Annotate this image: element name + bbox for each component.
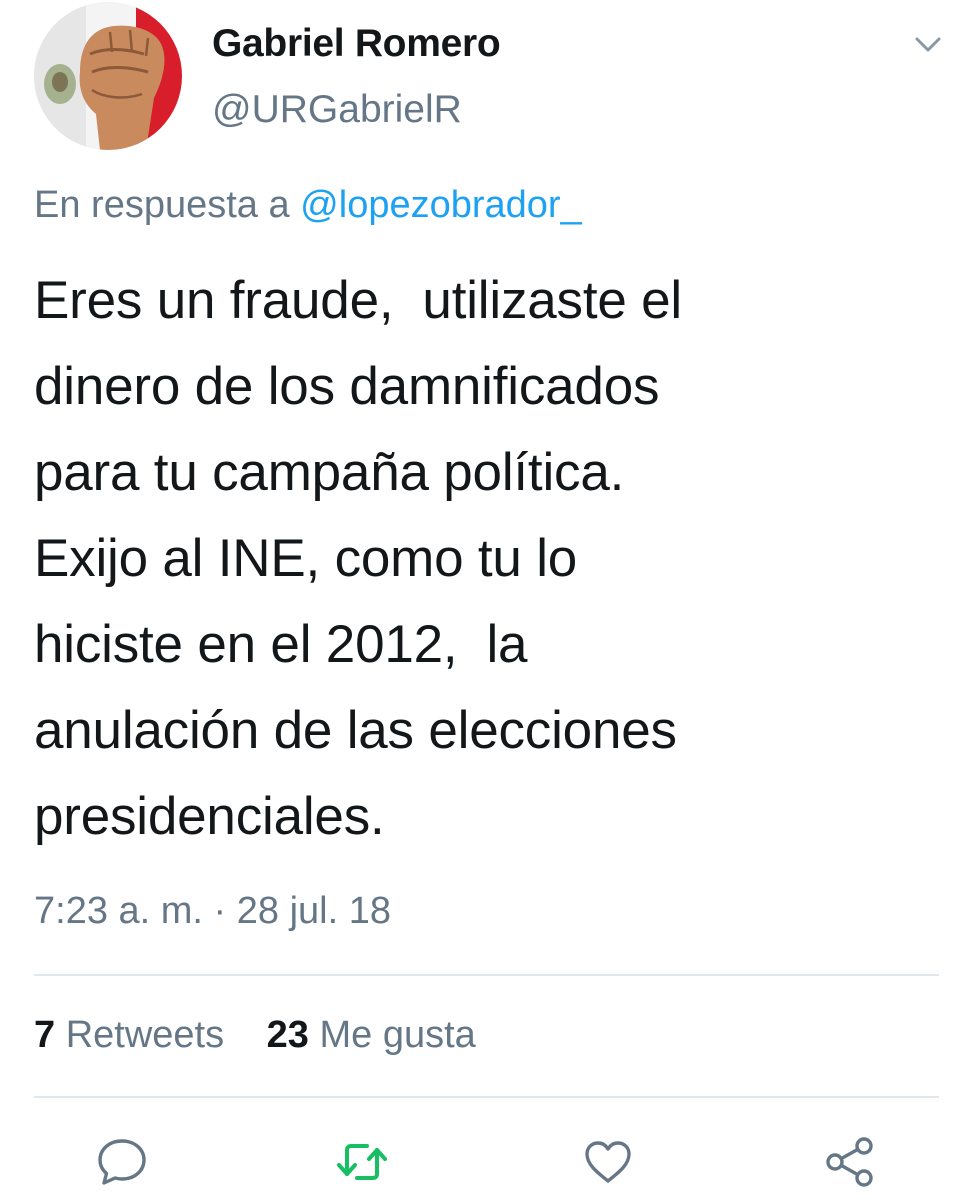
raised-fist-flag-image [34, 2, 182, 150]
tweet-text-line: dinero de los damnificados [34, 357, 660, 416]
avatar[interactable] [34, 2, 182, 150]
share-icon [826, 1137, 873, 1187]
tweet-text-line: presidenciales. [34, 787, 385, 846]
reply-button[interactable] [94, 1134, 150, 1190]
retweets-label: Retweets [65, 1014, 225, 1056]
reply-mention-link[interactable]: @lopezobrador_ [300, 184, 582, 226]
divider [34, 1096, 939, 1098]
tweet-text-line: Exijo al INE, como tu lo [34, 529, 578, 588]
retweets-stat[interactable]: 7 Retweets [34, 1014, 224, 1056]
tweet-text-line: hiciste en el 2012, la [34, 615, 528, 674]
heart-icon [585, 1141, 631, 1183]
reply-context: En respuesta a @lopezobrador_ [34, 184, 582, 227]
tweet-text: Eres un fraude, utilizaste el dinero de … [34, 258, 934, 860]
tweet-stats: 7 Retweets 23 Me gusta [34, 1014, 508, 1057]
chevron-down-icon[interactable] [910, 26, 946, 62]
like-button[interactable] [580, 1134, 636, 1190]
speech-bubble-icon [98, 1139, 146, 1185]
retweet-icon [337, 1144, 387, 1180]
likes-stat[interactable]: 23 Me gusta [267, 1014, 476, 1056]
likes-count: 23 [266, 1014, 309, 1056]
tweet-text-line: anulación de las elecciones [34, 701, 677, 760]
tweet-timestamp[interactable]: 7:23 a. m. · 28 jul. 18 [34, 890, 391, 933]
share-button[interactable] [822, 1134, 878, 1190]
display-name[interactable]: Gabriel Romero [212, 22, 501, 66]
retweet-button[interactable] [334, 1134, 390, 1190]
tweet-detail: Gabriel Romero @URGabrielR En respuesta … [0, 0, 972, 1200]
user-handle[interactable]: @URGabrielR [212, 88, 462, 132]
retweets-count: 7 [34, 1014, 56, 1056]
tweet-text-line: para tu campaña política. [34, 443, 625, 502]
divider [34, 974, 939, 976]
tweet-text-line: Eres un fraude, utilizaste el [34, 271, 683, 330]
likes-label: Me gusta [319, 1014, 476, 1056]
reply-context-prefix: En respuesta a [34, 184, 290, 226]
